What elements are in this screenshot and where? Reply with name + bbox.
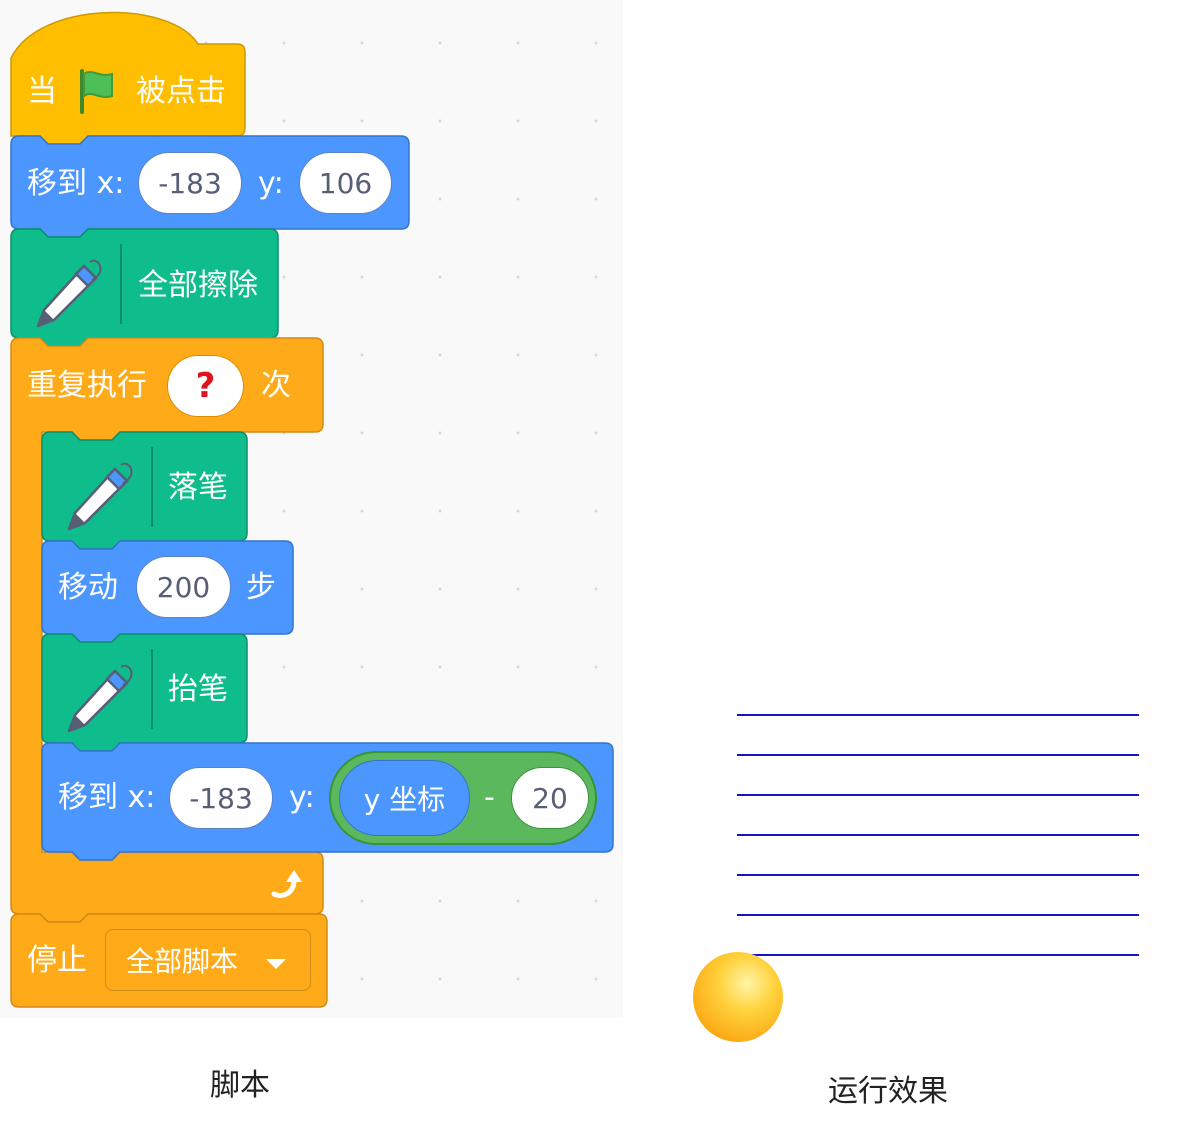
hat-clicked-label: 被点击 bbox=[136, 74, 226, 109]
pen-line bbox=[737, 794, 1139, 796]
loop-arrow-icon bbox=[271, 870, 302, 898]
hat-when-label: 当 bbox=[27, 74, 57, 109]
goto-inner-x-input[interactable]: -183 bbox=[169, 767, 273, 829]
goto-y-input[interactable]: 106 bbox=[299, 152, 392, 214]
pen-up-label: 抬笔 bbox=[168, 672, 228, 707]
goto-y-label: y: bbox=[258, 166, 284, 201]
goto-label: 移到 x: bbox=[27, 166, 125, 201]
pen-line bbox=[737, 874, 1139, 876]
move-steps-input[interactable]: 200 bbox=[136, 556, 231, 618]
chevron-down-icon bbox=[266, 959, 286, 969]
goto-inner-y-label: y: bbox=[289, 780, 315, 815]
pen-icon bbox=[67, 664, 133, 733]
repeat-label: 重复执行 bbox=[27, 368, 147, 403]
minus-label: - bbox=[484, 780, 495, 815]
pen-down-label: 落笔 bbox=[168, 470, 228, 505]
repeat-suffix-label: 次 bbox=[261, 368, 291, 403]
script-caption: 脚本 bbox=[210, 1068, 270, 1103]
pen-icon bbox=[67, 462, 133, 531]
pen-line bbox=[737, 914, 1139, 916]
pen-line bbox=[737, 714, 1139, 716]
y-position-reporter[interactable]: y 坐标 bbox=[339, 760, 470, 836]
move-label: 移动 bbox=[58, 570, 118, 605]
erase-label: 全部擦除 bbox=[138, 268, 258, 303]
repeat-times-input[interactable]: ? bbox=[167, 355, 244, 417]
pen-down-divider bbox=[151, 447, 153, 527]
pen-icon bbox=[36, 259, 102, 328]
goto-x-input[interactable]: -183 bbox=[138, 152, 242, 214]
pen-line bbox=[737, 754, 1139, 756]
pen-up-divider bbox=[151, 649, 153, 729]
pen-line bbox=[737, 954, 1139, 956]
subtract-operand-input[interactable]: 20 bbox=[511, 767, 589, 829]
erase-divider bbox=[120, 244, 122, 324]
goto-inner-label: 移到 x: bbox=[58, 780, 156, 815]
move-suffix-label: 步 bbox=[246, 570, 276, 605]
stop-option-dropdown[interactable]: 全部脚本 bbox=[105, 929, 311, 991]
result-caption: 运行效果 bbox=[828, 1074, 948, 1109]
ball-sprite[interactable] bbox=[693, 952, 783, 1042]
green-flag-icon bbox=[80, 69, 113, 114]
stop-label: 停止 bbox=[27, 943, 87, 978]
stop-option-label: 全部脚本 bbox=[126, 945, 239, 978]
pen-line bbox=[737, 834, 1139, 836]
